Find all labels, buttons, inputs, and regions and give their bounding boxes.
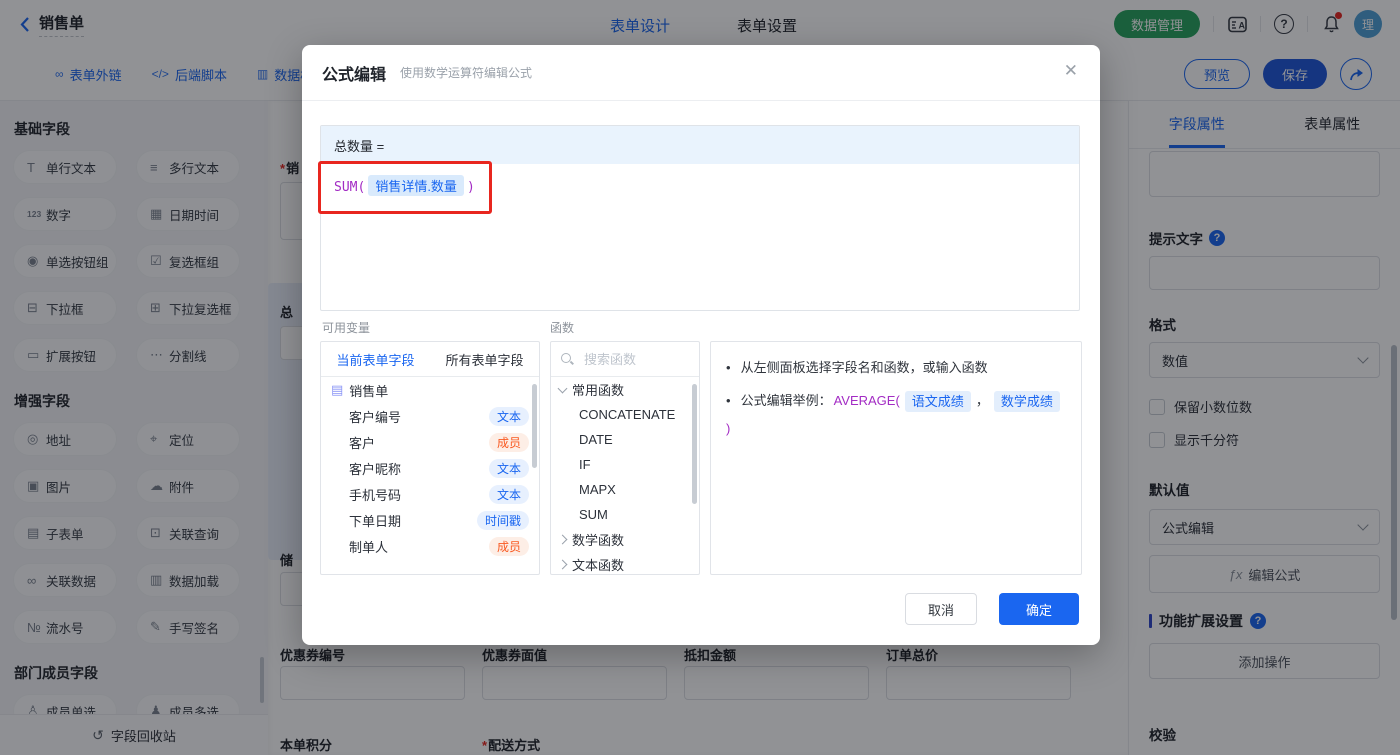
type-badge: 文本: [489, 485, 529, 504]
tab-current-form-fields[interactable]: 当前表单字段: [321, 342, 430, 376]
function-item[interactable]: SUM: [551, 502, 699, 527]
tab-all-form-fields[interactable]: 所有表单字段: [430, 342, 539, 376]
formula-editor[interactable]: 总数量 = SUM(销售详情.数量): [320, 125, 1080, 311]
formula-close-paren: ): [467, 180, 475, 195]
variable-row[interactable]: 客户编号文本: [321, 403, 539, 429]
function-item[interactable]: MAPX: [551, 477, 699, 502]
confirm-button[interactable]: 确定: [999, 593, 1079, 625]
type-badge: 文本: [489, 407, 529, 426]
function-group-text[interactable]: 文本函数: [551, 552, 699, 575]
functions-panel: 常用函数 CONCATENATE DATE IF MAPX SUM 数学函数 文…: [550, 341, 700, 575]
formula-expression[interactable]: SUM(销售详情.数量): [321, 164, 1079, 207]
chevron-right-icon: [558, 535, 568, 545]
example-field-pill: 语文成绩: [905, 391, 971, 412]
formula-function: SUM(: [334, 180, 365, 195]
function-group-math[interactable]: 数学函数: [551, 527, 699, 552]
formula-target: 总数量 =: [321, 126, 1079, 164]
example-close-paren: ): [726, 416, 730, 442]
variables-panel: 当前表单字段 所有表单字段 ▤ 销售单 客户编号文本 客户成员 客户昵称文本 手…: [320, 341, 540, 575]
example-field-pill: 数学成绩: [994, 391, 1060, 412]
modal-subtitle: 使用数学运算符编辑公式: [400, 64, 532, 81]
variables-scrollbar[interactable]: [532, 384, 537, 468]
function-search[interactable]: [551, 342, 699, 377]
variable-row[interactable]: 客户成员: [321, 429, 539, 455]
chevron-right-icon: [558, 560, 568, 570]
tip-line-2: • 公式编辑举例：AVERAGE(语文成绩，数学成绩): [726, 388, 1066, 442]
variable-row[interactable]: 制单人成员: [321, 533, 539, 559]
type-badge: 成员: [489, 433, 529, 452]
variable-row[interactable]: 手机号码文本: [321, 481, 539, 507]
functions-label: 函数: [550, 319, 574, 336]
type-badge: 成员: [489, 537, 529, 556]
formula-field-pill[interactable]: 销售详情.数量: [368, 175, 464, 196]
formula-editor-modal: 公式编辑 使用数学运算符编辑公式 ✕ 总数量 = SUM(销售详情.数量) 可用…: [302, 45, 1100, 645]
bullet: •: [726, 388, 731, 414]
close-icon[interactable]: ✕: [1064, 61, 1078, 81]
variables-label: 可用变量: [322, 319, 370, 336]
functions-scrollbar[interactable]: [692, 384, 697, 504]
form-doc-icon: ▤: [331, 382, 343, 398]
chevron-down-icon: [558, 383, 568, 393]
function-item[interactable]: DATE: [551, 427, 699, 452]
tips-panel: • 从左侧面板选择字段名和函数，或输入函数 • 公式编辑举例：AVERAGE(语…: [710, 341, 1082, 575]
type-badge: 文本: [489, 459, 529, 478]
function-item[interactable]: CONCATENATE: [551, 402, 699, 427]
tree-root-form[interactable]: ▤ 销售单: [321, 377, 539, 403]
cancel-button[interactable]: 取消: [905, 593, 977, 625]
bullet: •: [726, 355, 731, 381]
example-function: AVERAGE(: [834, 388, 900, 414]
variable-row[interactable]: 客户昵称文本: [321, 455, 539, 481]
variable-row[interactable]: 下单日期时间戳: [321, 507, 539, 533]
function-search-input[interactable]: [582, 351, 686, 368]
tip-line-1: • 从左侧面板选择字段名和函数，或输入函数: [726, 355, 1066, 381]
function-group-common[interactable]: 常用函数: [551, 377, 699, 402]
search-icon: [561, 353, 574, 366]
app-screen: 销售单 表单设计 表单设置 数据管理 A ? 理 ∞表单外链 </>后端脚本 ▥…: [0, 0, 1400, 755]
type-badge: 时间戳: [477, 511, 529, 530]
function-item[interactable]: IF: [551, 452, 699, 477]
modal-title: 公式编辑: [322, 61, 386, 85]
